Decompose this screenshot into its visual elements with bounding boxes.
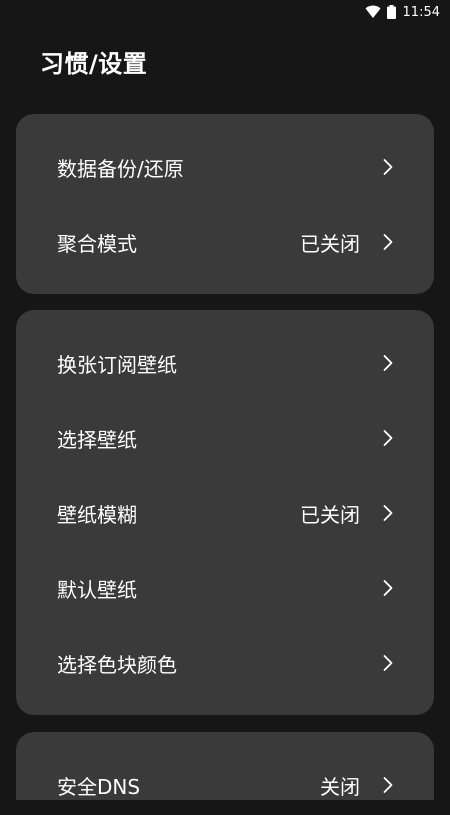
settings-card-wallpaper: 换张订阅壁纸 选择壁纸 壁纸模糊 已关闭 默认壁纸 选择色块颜色	[16, 310, 434, 715]
setting-value: 已关闭	[300, 502, 360, 527]
chevron-right-icon	[383, 234, 393, 250]
chevron-right-icon	[383, 655, 393, 671]
setting-label: 选择色块颜色	[57, 652, 177, 677]
setting-label: 壁纸模糊	[57, 502, 137, 527]
chevron-right-icon	[383, 430, 393, 446]
setting-change-subscription-wallpaper[interactable]: 换张订阅壁纸	[16, 333, 434, 393]
battery-icon	[386, 5, 396, 19]
setting-label: 默认壁纸	[57, 577, 137, 602]
setting-choose-wallpaper[interactable]: 选择壁纸	[16, 408, 434, 468]
status-time: 11:54	[402, 4, 440, 20]
setting-wallpaper-blur[interactable]: 壁纸模糊 已关闭	[16, 483, 434, 543]
setting-aggregate-mode[interactable]: 聚合模式 已关闭	[16, 212, 434, 272]
status-bar: 11:54	[0, 0, 450, 24]
chevron-right-icon	[383, 159, 393, 175]
setting-label: 聚合模式	[57, 231, 137, 256]
chevron-right-icon	[383, 580, 393, 596]
settings-card-backup: 数据备份/还原 聚合模式 已关闭	[16, 114, 434, 294]
page-title: 习惯/设置	[40, 50, 148, 78]
setting-default-wallpaper[interactable]: 默认壁纸	[16, 558, 434, 618]
setting-choose-block-color[interactable]: 选择色块颜色	[16, 633, 434, 693]
wifi-icon	[365, 5, 381, 18]
chevron-right-icon	[383, 505, 393, 521]
setting-label: 安全DNS	[57, 774, 141, 799]
setting-secure-dns[interactable]: 安全DNS 关闭	[16, 755, 434, 815]
setting-label: 换张订阅壁纸	[57, 352, 177, 377]
setting-label: 数据备份/还原	[57, 156, 184, 181]
chevron-right-icon	[383, 355, 393, 371]
chevron-right-icon	[383, 777, 393, 793]
setting-label: 选择壁纸	[57, 427, 137, 452]
setting-value: 关闭	[320, 774, 360, 799]
settings-card-network: 安全DNS 关闭	[16, 732, 434, 800]
setting-value: 已关闭	[300, 231, 360, 256]
setting-data-backup-restore[interactable]: 数据备份/还原	[16, 137, 434, 197]
